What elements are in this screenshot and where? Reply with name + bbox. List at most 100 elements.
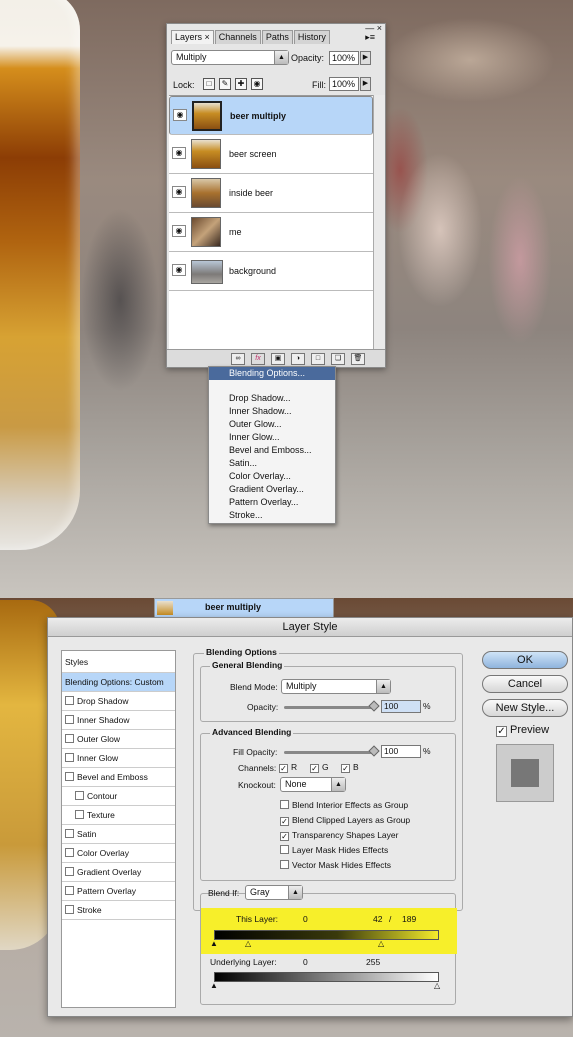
tab-paths[interactable]: Paths <box>261 30 293 44</box>
blend-mode-select[interactable]: Multiply ▲ <box>281 679 391 694</box>
folder-icon[interactable]: □ <box>311 352 325 365</box>
adjustment-icon[interactable]: ◑ <box>291 352 305 365</box>
mask-icon[interactable]: ▣ <box>271 352 285 365</box>
palette-window-controls[interactable]: — × ▸≡ <box>365 24 382 42</box>
underlying-white-slider[interactable]: △ <box>434 982 440 990</box>
fill-arrow-icon[interactable]: ▶ <box>360 77 371 91</box>
checkbox-checked[interactable]: ✓ <box>310 764 319 773</box>
fill-opacity-input[interactable]: 100 <box>381 745 421 758</box>
lock-transparency-icon[interactable]: □ <box>203 78 215 90</box>
menu-item-color-overlay[interactable]: Color Overlay... <box>209 470 335 483</box>
blend-interior-checkbox-row[interactable]: Blend Interior Effects as Group <box>280 800 408 810</box>
checkbox[interactable] <box>65 715 74 724</box>
tab-history[interactable]: History <box>293 30 330 44</box>
this-layer-black-split-slider[interactable]: △ <box>245 940 251 948</box>
style-inner-glow[interactable]: Inner Glow <box>62 749 175 768</box>
layer-blend-mode-select[interactable]: Multiply ▲ <box>171 50 289 65</box>
checkbox[interactable] <box>280 800 289 809</box>
checkbox[interactable] <box>65 886 74 895</box>
tab-channels[interactable]: Channels <box>214 30 261 44</box>
lock-image-icon[interactable]: ✎ <box>219 78 231 90</box>
checkbox[interactable] <box>65 772 74 781</box>
menu-item-pattern-overlay[interactable]: Pattern Overlay... <box>209 496 335 509</box>
menu-item-satin[interactable]: Satin... <box>209 457 335 470</box>
new-style-button[interactable]: New Style... <box>482 699 568 717</box>
layer-row-beer-screen[interactable]: ◉ beer screen <box>169 135 373 174</box>
styles-header[interactable]: Styles <box>62 651 175 673</box>
layer-row-inside-beer[interactable]: ◉ inside beer <box>169 174 373 213</box>
checkbox[interactable] <box>65 753 74 762</box>
this-layer-black-slider[interactable]: ▲ <box>210 940 218 948</box>
checkbox-checked[interactable]: ✓ <box>496 726 507 737</box>
style-bevel-emboss[interactable]: Bevel and Emboss <box>62 768 175 787</box>
checkbox[interactable] <box>65 829 74 838</box>
checkbox[interactable] <box>65 867 74 876</box>
style-drop-shadow[interactable]: Drop Shadow <box>62 692 175 711</box>
channel-r[interactable]: ✓ R <box>279 762 297 773</box>
this-layer-white-split-slider[interactable]: △ <box>378 940 384 948</box>
menu-item-bevel-emboss[interactable]: Bevel and Emboss... <box>209 444 335 457</box>
layer-list-scrollbar[interactable] <box>373 95 385 351</box>
preview-checkbox-row[interactable]: ✓ Preview <box>496 724 549 737</box>
checkbox-checked[interactable]: ✓ <box>279 764 288 773</box>
layer-row-me[interactable]: ◉ me <box>169 213 373 252</box>
eye-icon[interactable]: ◉ <box>172 264 186 276</box>
style-inner-shadow[interactable]: Inner Shadow <box>62 711 175 730</box>
eye-icon[interactable]: ◉ <box>173 109 187 121</box>
style-outer-glow[interactable]: Outer Glow <box>62 730 175 749</box>
checkbox-checked[interactable]: ✓ <box>280 817 289 826</box>
channel-b[interactable]: ✓ B <box>341 762 359 773</box>
checkbox[interactable] <box>65 734 74 743</box>
lock-all-icon[interactable]: ◉ <box>251 78 263 90</box>
eye-icon[interactable]: ◉ <box>172 225 186 237</box>
menu-item-drop-shadow[interactable]: Drop Shadow... <box>209 392 335 405</box>
checkbox-checked[interactable]: ✓ <box>341 764 350 773</box>
new-layer-icon[interactable]: ❏ <box>331 352 345 365</box>
menu-item-inner-glow[interactable]: Inner Glow... <box>209 431 335 444</box>
layer-row-background[interactable]: ◉ background <box>169 252 373 291</box>
cancel-button[interactable]: Cancel <box>482 675 568 693</box>
tab-layers[interactable]: Layers × <box>171 30 214 44</box>
checkbox[interactable] <box>65 696 74 705</box>
opacity-input[interactable]: 100% <box>329 51 359 65</box>
knockout-select[interactable]: None ▲ <box>280 777 346 792</box>
fill-opacity-slider[interactable] <box>284 751 376 754</box>
opacity-arrow-icon[interactable]: ▶ <box>360 51 371 65</box>
style-pattern-overlay[interactable]: Pattern Overlay <box>62 882 175 901</box>
checkbox[interactable] <box>75 791 84 800</box>
style-color-overlay[interactable]: Color Overlay <box>62 844 175 863</box>
fill-input[interactable]: 100% <box>329 77 359 91</box>
menu-item-gradient-overlay[interactable]: Gradient Overlay... <box>209 483 335 496</box>
trash-icon[interactable]: 🗑 <box>351 352 365 365</box>
style-satin[interactable]: Satin <box>62 825 175 844</box>
eye-icon[interactable]: ◉ <box>172 147 186 159</box>
style-stroke[interactable]: Stroke <box>62 901 175 920</box>
channel-g[interactable]: ✓ G <box>310 762 329 773</box>
layer-row-beer-multiply[interactable]: ◉ beer multiply <box>169 96 373 135</box>
style-texture[interactable]: Texture <box>62 806 175 825</box>
style-contour[interactable]: Contour <box>62 787 175 806</box>
vector-mask-checkbox-row[interactable]: Vector Mask Hides Effects <box>280 860 391 870</box>
menu-item-inner-shadow[interactable]: Inner Shadow... <box>209 405 335 418</box>
blend-clipped-checkbox-row[interactable]: ✓ Blend Clipped Layers as Group <box>280 815 410 826</box>
menu-item-blending-options[interactable]: Blending Options... <box>209 367 335 380</box>
eye-icon[interactable]: ◉ <box>172 186 186 198</box>
checkbox[interactable] <box>65 848 74 857</box>
layer-mask-checkbox-row[interactable]: Layer Mask Hides Effects <box>280 845 388 855</box>
blend-if-select[interactable]: Gray ▲ <box>245 885 303 900</box>
opacity-input[interactable]: 100 <box>381 700 421 713</box>
style-gradient-overlay[interactable]: Gradient Overlay <box>62 863 175 882</box>
checkbox[interactable] <box>75 810 84 819</box>
style-blending-options[interactable]: Blending Options: Custom <box>62 673 175 692</box>
transparency-shapes-checkbox-row[interactable]: ✓ Transparency Shapes Layer <box>280 830 398 841</box>
lock-position-icon[interactable]: ✚ <box>235 78 247 90</box>
opacity-slider[interactable] <box>284 706 376 709</box>
fx-icon[interactable]: fx <box>251 352 265 365</box>
ok-button[interactable]: OK <box>482 651 568 669</box>
checkbox[interactable] <box>65 905 74 914</box>
checkbox[interactable] <box>280 860 289 869</box>
link-icon[interactable]: ∞ <box>231 352 245 365</box>
checkbox[interactable] <box>280 845 289 854</box>
menu-item-stroke[interactable]: Stroke... <box>209 509 335 522</box>
menu-item-outer-glow[interactable]: Outer Glow... <box>209 418 335 431</box>
